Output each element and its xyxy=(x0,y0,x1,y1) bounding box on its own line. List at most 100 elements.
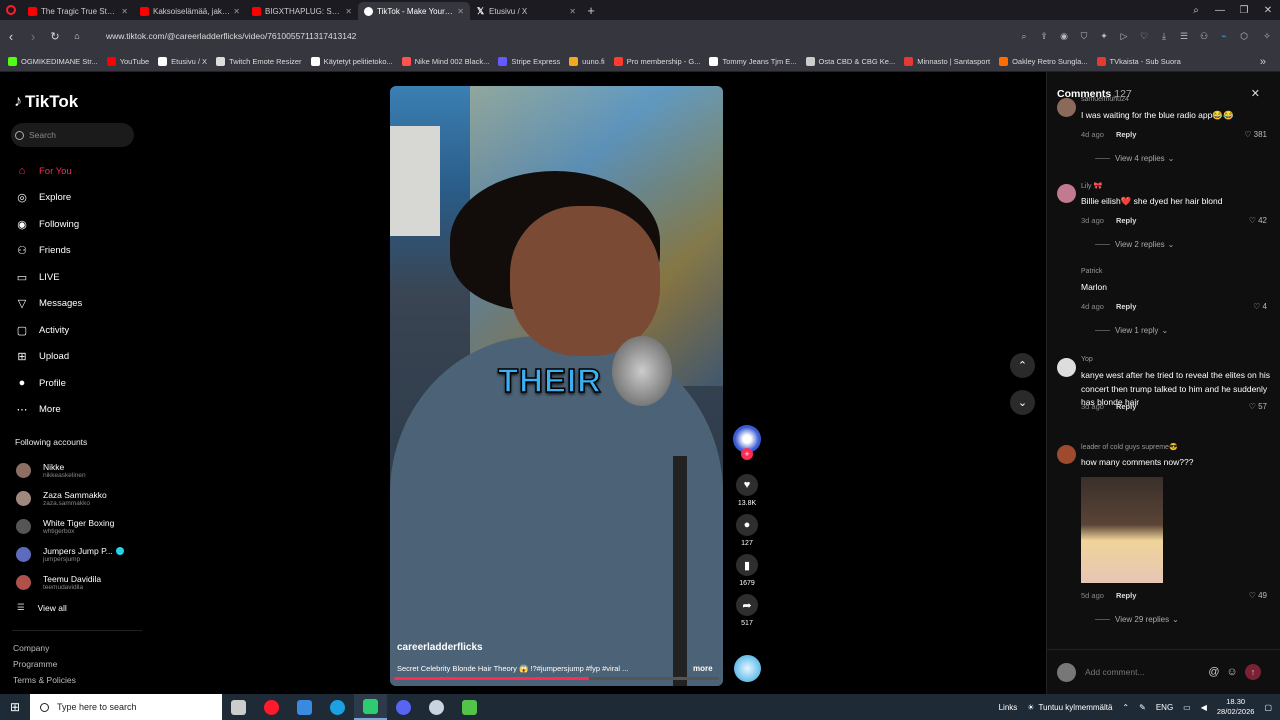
shield-icon[interactable]: ⛉ xyxy=(1074,31,1094,42)
following-account[interactable]: Zaza Sammakko zaza.sammakko xyxy=(16,484,146,512)
avatar[interactable] xyxy=(1057,270,1076,289)
search-input[interactable]: Search xyxy=(11,123,134,147)
view-replies-button[interactable]: View 1 reply ⌄ xyxy=(1095,326,1168,335)
reply-button[interactable]: Reply xyxy=(1116,216,1136,225)
bookmark-item[interactable]: Oakley Retro Sungla... xyxy=(999,57,1088,66)
post-comment-button[interactable]: ↑ xyxy=(1245,664,1261,680)
comment-username[interactable]: Lily 🎀 xyxy=(1081,182,1102,190)
comment-like[interactable]: ♡ 42 xyxy=(1249,216,1267,225)
sidebar-item-activity[interactable]: ▢ Activity xyxy=(14,317,134,344)
emoji-icon[interactable]: ☺ xyxy=(1223,666,1241,678)
new-tab-button[interactable]: + xyxy=(582,3,600,18)
sidebar-item-upload[interactable]: ⊞ Upload xyxy=(14,344,134,371)
tray-expand-icon[interactable]: ⌃ xyxy=(1122,703,1129,712)
close-tab-icon[interactable]: ✕ xyxy=(569,7,576,16)
music-disc-icon[interactable] xyxy=(734,655,761,682)
taskbar-app[interactable] xyxy=(354,694,387,720)
comment-username[interactable]: leader of cold guys supreme😎 xyxy=(1081,443,1178,451)
tiktok-logo[interactable]: ♪ TikTok xyxy=(14,92,78,112)
weather-text[interactable]: Tuntuu kylmemmältä xyxy=(1038,703,1112,712)
language-indicator[interactable]: ENG xyxy=(1156,703,1173,712)
profile-icon[interactable]: ⚇ xyxy=(1194,31,1214,42)
close-window-button[interactable]: ✕ xyxy=(1256,5,1280,16)
bookmark-item[interactable]: YouTube xyxy=(106,57,149,66)
system-clock[interactable]: 18.30 28/02/2026 xyxy=(1217,697,1255,717)
close-comments-button[interactable]: ✕ xyxy=(1251,87,1260,100)
bookmark-item[interactable]: Stripe Express xyxy=(498,57,560,66)
comment-like[interactable]: ♡ 381 xyxy=(1244,130,1267,139)
share-icon[interactable]: ⇪ xyxy=(1034,31,1054,42)
following-account[interactable]: White Tiger Boxing whtigerbox xyxy=(16,512,146,540)
footer-link[interactable]: Company xyxy=(13,640,76,656)
comment-image[interactable] xyxy=(1081,477,1163,583)
next-video-button[interactable]: ⌄ xyxy=(1010,390,1035,415)
reply-button[interactable]: Reply xyxy=(1116,402,1136,411)
site-info-icon[interactable]: ⌂ xyxy=(66,31,88,41)
share-button[interactable]: ➦ xyxy=(736,594,758,616)
taskbar-search-input[interactable]: Type here to search xyxy=(30,694,222,720)
volume-icon[interactable]: ◀ xyxy=(1201,703,1207,712)
view-replies-button[interactable]: View 29 replies ⌄ xyxy=(1095,615,1179,624)
menu-icon[interactable]: ☰ xyxy=(1174,31,1194,42)
camera-icon[interactable]: ◉ xyxy=(1054,31,1074,42)
reload-button[interactable]: ↻ xyxy=(44,30,66,43)
cube-icon[interactable]: ⬡ xyxy=(1234,31,1254,42)
close-tab-icon[interactable]: ✕ xyxy=(121,7,128,16)
taskbar-app[interactable] xyxy=(255,694,288,720)
avatar[interactable] xyxy=(1057,98,1076,117)
close-tab-icon[interactable]: ✕ xyxy=(345,7,352,16)
follow-plus-icon[interactable]: + xyxy=(741,448,753,460)
avatar[interactable] xyxy=(1057,445,1076,464)
back-button[interactable]: ‹ xyxy=(0,29,22,44)
avatar[interactable] xyxy=(1057,358,1076,377)
vpn-icon[interactable]: ⌁ xyxy=(1214,31,1234,42)
taskbar-app[interactable] xyxy=(453,694,486,720)
reply-button[interactable]: Reply xyxy=(1116,591,1136,600)
avatar[interactable] xyxy=(1057,184,1076,203)
more-button[interactable]: more xyxy=(693,664,713,673)
bookmark-item[interactable]: Pro membership - G... xyxy=(613,57,700,66)
comment-button[interactable]: ● xyxy=(736,514,758,536)
like-button[interactable]: ♥ xyxy=(736,474,758,496)
taskbar-app[interactable] xyxy=(288,694,321,720)
aria-ai-icon[interactable]: ✧ xyxy=(1254,31,1280,42)
comment-like[interactable]: ♡ 4 xyxy=(1253,302,1267,311)
view-replies-button[interactable]: View 2 replies ⌄ xyxy=(1095,240,1174,249)
maximize-button[interactable]: ❐ xyxy=(1232,5,1256,16)
comment-like[interactable]: ♡ 49 xyxy=(1249,591,1267,600)
following-account[interactable]: Nikke nikkeaskelinen xyxy=(16,456,146,484)
browser-tab[interactable]: Kaksoiselämää, jakso 4 - L✕ xyxy=(134,2,246,20)
add-comment-input[interactable]: Add comment... xyxy=(1085,661,1205,683)
comment-like[interactable]: ♡ 57 xyxy=(1249,402,1267,411)
taskbar-app[interactable] xyxy=(222,694,255,720)
minimize-button[interactable]: — xyxy=(1208,5,1232,16)
browser-tab[interactable]: The Tragic True Story of Ju✕ xyxy=(22,2,134,20)
notifications-icon[interactable]: ▢ xyxy=(1264,703,1272,712)
taskbar-app[interactable] xyxy=(321,694,354,720)
video-player[interactable]: THEIR careerladderflicks Secret Celebrit… xyxy=(390,86,723,686)
sidebar-item-messages[interactable]: ▽ Messages xyxy=(14,291,134,318)
bookmark-item[interactable]: Twitch Emote Resizer xyxy=(216,57,302,66)
bookmark-item[interactable]: Minnasto | Santasport xyxy=(904,57,990,66)
sidebar-item-profile[interactable]: ● Profile xyxy=(14,370,134,397)
comment-username[interactable]: Yop xyxy=(1081,356,1093,363)
bookmark-item[interactable]: TVkaista - Sub Suora xyxy=(1096,57,1181,66)
download-icon[interactable]: ⤓ xyxy=(1154,31,1174,42)
play-icon[interactable]: ▷ xyxy=(1114,31,1134,42)
bookmark-item[interactable]: Osta CBD & CBG Ke... xyxy=(805,57,895,66)
following-account[interactable]: Teemu Davidila teemudavidila xyxy=(16,568,146,596)
view-replies-button[interactable]: View 4 replies ⌄ xyxy=(1095,154,1174,163)
links-toolbar[interactable]: Links xyxy=(999,703,1018,712)
reply-button[interactable]: Reply xyxy=(1116,130,1136,139)
sidebar-item-following[interactable]: ◉ Following xyxy=(14,211,134,238)
forward-button[interactable]: › xyxy=(22,29,44,44)
mention-icon[interactable]: @ xyxy=(1205,666,1223,678)
weather-icon[interactable]: ☀ xyxy=(1027,703,1034,712)
bookmark-item[interactable]: Käytetyt pelitietoko... xyxy=(310,57,393,66)
search-page-icon[interactable]: ⌕ xyxy=(1014,31,1034,42)
pen-icon[interactable]: ✎ xyxy=(1139,703,1146,712)
following-account[interactable]: Jumpers Jump P... jumpersjump xyxy=(16,540,146,568)
bookmark-item[interactable]: Nike Mind 002 Black... xyxy=(401,57,489,66)
bookmark-item[interactable]: OGMIKEDIMANE Str... xyxy=(8,57,98,66)
browser-tab[interactable]: 𝕏 Etusivu / X ✕ xyxy=(470,2,582,20)
